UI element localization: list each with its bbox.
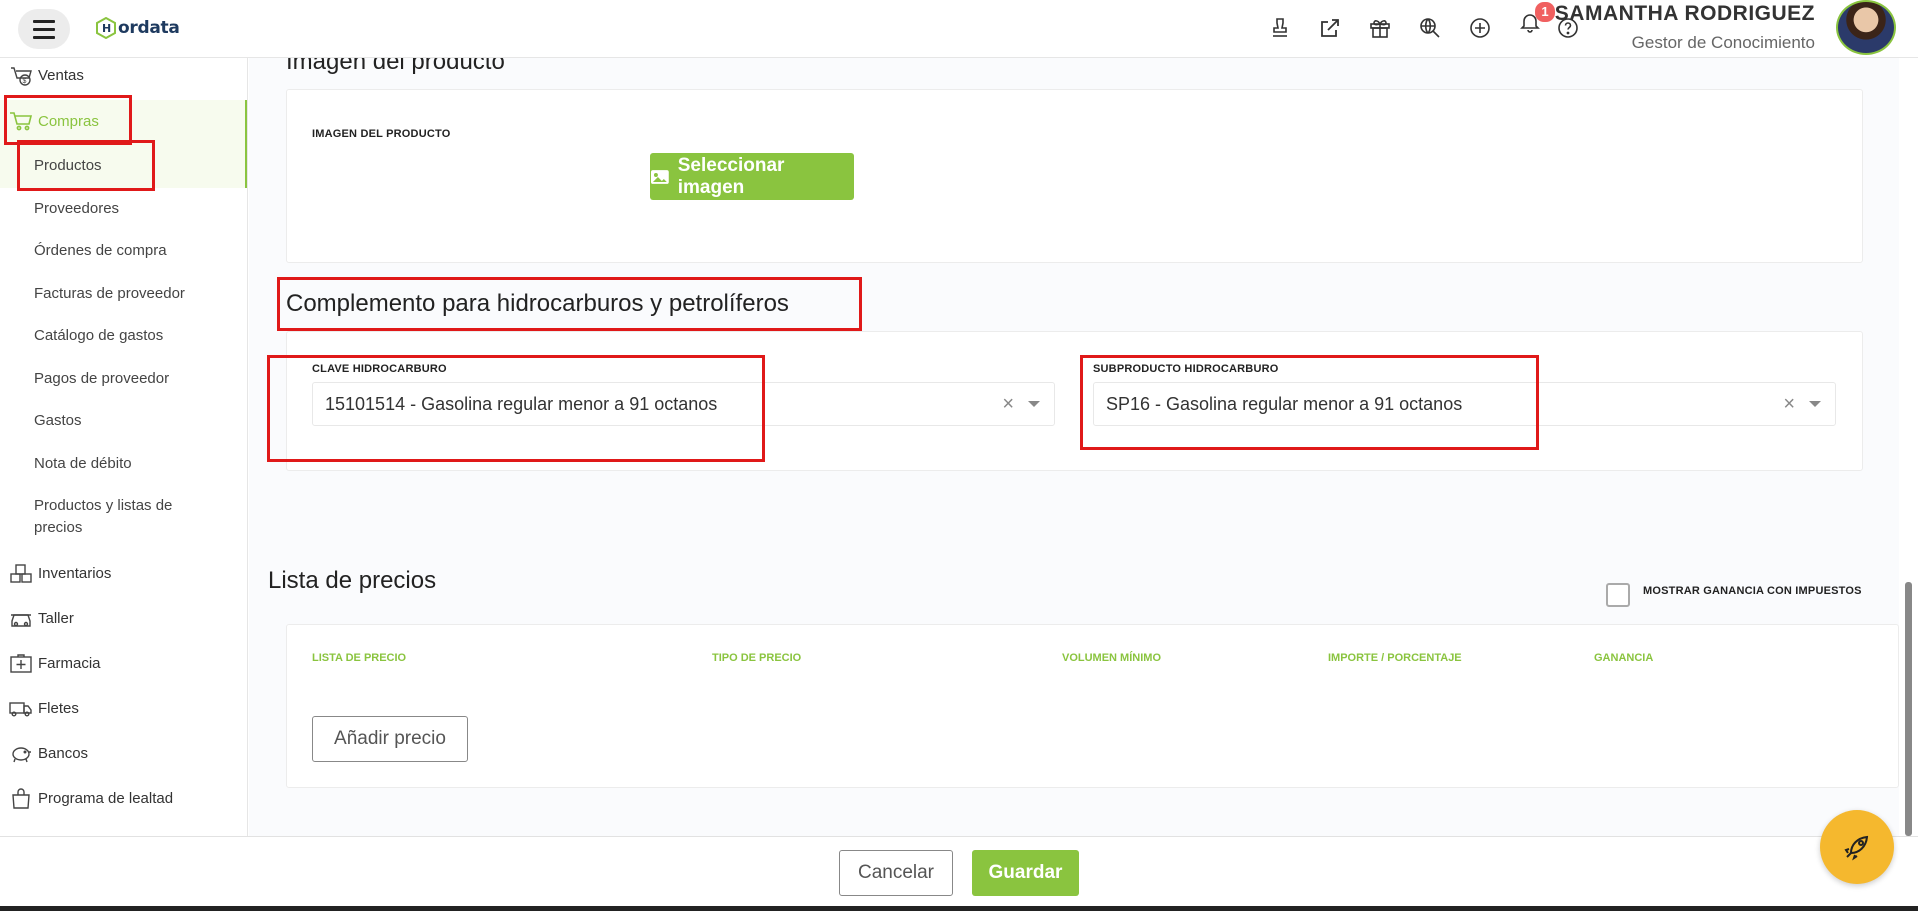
select-image-button[interactable]: Seleccionar imagen — [650, 153, 854, 200]
column-header: TIPO DE PRECIO — [712, 652, 802, 664]
user-role: Gestor de Conocimiento — [1631, 33, 1815, 52]
piggy-bank-icon — [8, 741, 34, 765]
footer-action-bar: Cancelar Guardar — [0, 836, 1918, 906]
highlight-clave — [267, 355, 765, 462]
highlight-compras — [4, 95, 132, 145]
avatar[interactable] — [1836, 0, 1896, 55]
medical-kit-icon — [8, 651, 34, 675]
sidebar-item-bancos[interactable]: Bancos — [0, 741, 247, 765]
user-name[interactable]: SAMANTHA RODRIGUEZ — [1555, 2, 1815, 26]
column-header: GANANCIA — [1594, 652, 1654, 664]
sidebar-subitem-facturas[interactable]: Facturas de proveedor — [34, 285, 185, 302]
sidebar-item-label: Programa de lealtad — [38, 789, 174, 807]
sidebar-item-fletes[interactable]: Fletes — [0, 696, 247, 720]
sidebar-item-label: Farmacia — [38, 654, 101, 672]
highlight-subproducto — [1080, 355, 1539, 450]
stamp-icon[interactable] — [1265, 13, 1295, 43]
sidebar-subitem-ordenes[interactable]: Órdenes de compra — [34, 242, 167, 259]
search-globe-icon[interactable] — [1415, 13, 1445, 43]
menu-toggle-button[interactable] — [18, 9, 70, 49]
add-circle-icon[interactable] — [1465, 13, 1495, 43]
scrollbar[interactable] — [1905, 582, 1912, 836]
sidebar-item-label: Inventarios — [38, 564, 112, 582]
logo[interactable]: H ordata — [96, 17, 180, 39]
image-icon — [650, 169, 669, 184]
cancel-button[interactable]: Cancelar — [839, 850, 953, 896]
sales-icon: $ — [8, 63, 34, 87]
notification-badge: 1 — [1535, 2, 1555, 22]
sidebar-item-ventas[interactable]: $ Ventas — [0, 63, 247, 87]
save-button[interactable]: Guardar — [972, 850, 1079, 896]
top-bar: H ordata 1 SAMANTHA RODRIGUEZ Gestor de … — [0, 0, 1918, 58]
svg-text:H: H — [102, 22, 111, 35]
bottom-edge — [0, 906, 1918, 911]
column-header: VOLUMEN MÍNIMO — [1062, 652, 1161, 664]
loyalty-bag-icon — [8, 786, 34, 810]
rocket-fab-button[interactable] — [1820, 810, 1894, 884]
sidebar-subitem-catalogo-gastos[interactable]: Catálogo de gastos — [34, 327, 163, 344]
column-header: LISTA DE PRECIO — [312, 652, 407, 664]
sidebar-item-label: Ventas — [38, 66, 84, 84]
sidebar-subitem-gastos[interactable]: Gastos — [34, 412, 82, 429]
sidebar-subitem-label-line1: Productos y listas de — [34, 497, 173, 514]
sidebar-subitem-listas-precios[interactable]: Productos y listas de precios — [34, 497, 172, 536]
notifications-bell-icon[interactable]: 1 — [1515, 2, 1555, 43]
logo-text: ordata — [118, 18, 180, 38]
sidebar-subitem-proveedores[interactable]: Proveedores — [34, 200, 119, 217]
svg-text:$: $ — [23, 78, 27, 85]
clear-icon[interactable]: × — [1002, 393, 1014, 416]
chevron-down-icon[interactable] — [1028, 401, 1040, 407]
rocket-icon — [1844, 835, 1869, 861]
select-image-label: Seleccionar imagen — [677, 154, 785, 198]
show-profit-label[interactable]: MOSTRAR GANANCIA CON IMPUESTOS — [1643, 585, 1862, 597]
column-header: IMPORTE / PORCENTAJE — [1328, 652, 1462, 664]
highlight-hydrocarbon-title — [277, 277, 862, 331]
clear-icon[interactable]: × — [1783, 393, 1795, 416]
sidebar-item-label: Bancos — [38, 744, 89, 762]
sidebar-item-farmacia[interactable]: Farmacia — [0, 651, 247, 675]
sidebar-item-label: Fletes — [38, 699, 79, 717]
gift-icon[interactable] — [1365, 13, 1395, 43]
image-card: IMAGEN DEL PRODUCTO Seleccionar imagen — [286, 89, 1863, 263]
truck-icon — [8, 696, 34, 720]
car-icon — [8, 606, 34, 630]
sidebar-item-inventarios[interactable]: Inventarios — [0, 561, 247, 585]
image-section-title: Imagen del producto — [286, 58, 505, 75]
logo-icon: H — [96, 17, 116, 39]
sidebar-item-label: Taller — [38, 609, 74, 627]
image-label: IMAGEN DEL PRODUCTO — [312, 128, 451, 140]
sidebar-item-lealtad[interactable]: Programa de lealtad — [0, 786, 247, 810]
sidebar-item-taller[interactable]: Taller — [0, 606, 247, 630]
price-list-title: Lista de precios — [268, 567, 437, 594]
add-price-button[interactable]: Añadir precio — [312, 716, 468, 762]
chevron-down-icon[interactable] — [1809, 401, 1821, 407]
sidebar-subitem-label-line2: precios — [34, 519, 83, 536]
sidebar-subitem-nota-debito[interactable]: Nota de débito — [34, 455, 132, 472]
show-profit-checkbox[interactable] — [1606, 583, 1630, 607]
highlight-productos — [17, 140, 155, 191]
price-list-card: LISTA DE PRECIO TIPO DE PRECIO VOLUMEN M… — [286, 624, 1899, 788]
sidebar-subitem-pagos[interactable]: Pagos de proveedor — [34, 370, 169, 387]
external-link-icon[interactable] — [1315, 13, 1345, 43]
boxes-icon — [8, 561, 34, 585]
